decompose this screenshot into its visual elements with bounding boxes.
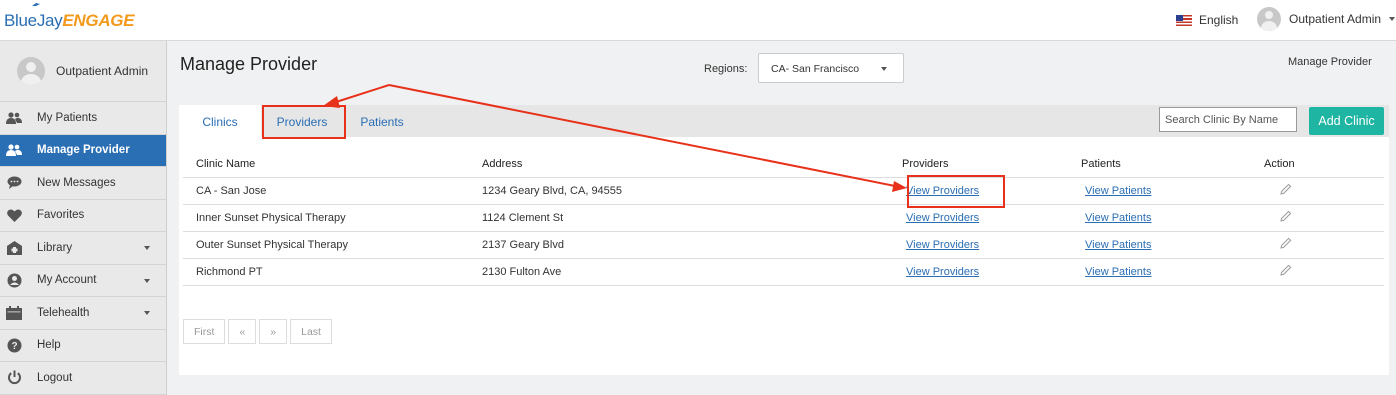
table-row: CA - San Jose 1234 Geary Blvd, CA, 94555… — [183, 177, 1384, 205]
user-name: Outpatient Admin — [1289, 12, 1382, 26]
sidebar-item-label: Library — [37, 241, 73, 254]
pager-prev-button[interactable]: « — [228, 319, 257, 344]
sidebar-item-label: Favorites — [37, 209, 85, 222]
clinic-address: 1234 Geary Blvd, CA, 94555 — [482, 177, 902, 205]
clinic-name: Richmond PT — [183, 258, 482, 286]
edit-pencil-icon[interactable] — [1280, 264, 1292, 276]
column-header-patients: Patients — [1081, 151, 1264, 178]
pager-next-button[interactable]: » — [259, 319, 288, 344]
sidebar-item-help[interactable]: ? Help — [0, 330, 166, 362]
sidebar-item-label: Manage Provider — [37, 144, 130, 157]
language-label: English — [1199, 13, 1239, 27]
column-header-providers: Providers — [902, 151, 1081, 178]
sidebar-item-favorites[interactable]: Favorites — [0, 200, 166, 232]
users-icon — [6, 142, 22, 158]
chevron-down-icon — [144, 278, 150, 283]
table-row: Richmond PT 2130 Fulton Ave View Provide… — [183, 258, 1384, 286]
pager-last-button[interactable]: Last — [290, 319, 332, 344]
view-providers-link[interactable]: View Providers — [906, 212, 979, 224]
bird-icon — [32, 3, 40, 6]
help-icon: ? — [6, 337, 22, 353]
sidebar-item-label: Logout — [37, 371, 73, 384]
clinic-address: 1124 Clement St — [482, 204, 902, 232]
view-patients-link[interactable]: View Patients — [1085, 212, 1151, 224]
page-title: Manage Provider — [180, 54, 318, 74]
edit-pencil-icon[interactable] — [1280, 210, 1292, 222]
logo[interactable]: BlueJayENGAGE — [4, 11, 135, 31]
sidebar-item-my-patients[interactable]: My Patients — [0, 102, 166, 135]
view-patients-link[interactable]: View Patients — [1085, 185, 1151, 197]
svg-text:?: ? — [11, 341, 17, 352]
calendar-icon — [6, 305, 22, 321]
sidebar: Outpatient Admin My Patients Manage Prov… — [0, 41, 167, 395]
sidebar-item-telehealth[interactable]: Telehealth — [0, 297, 166, 330]
tab-clinics[interactable]: Clinics — [179, 105, 261, 137]
column-header-clinic-name: Clinic Name — [183, 151, 482, 178]
top-bar: BlueJayENGAGE English Outpatient Admin — [0, 0, 1396, 41]
region-select[interactable]: CA- San Francisco — [758, 53, 904, 83]
view-patients-link[interactable]: View Patients — [1085, 239, 1151, 251]
chevron-down-icon — [144, 246, 150, 250]
table-header-row: Clinic Name Address Providers Patients A… — [183, 151, 1384, 178]
sidebar-item-label: My Account — [37, 274, 97, 287]
breadcrumb: Manage Provider — [1288, 56, 1372, 68]
highlight-box-providers-tab — [262, 105, 346, 139]
table-row: Outer Sunset Physical Therapy 2137 Geary… — [183, 231, 1384, 259]
power-icon — [6, 370, 22, 386]
view-providers-link[interactable]: View Providers — [906, 266, 979, 278]
regions-label: Regions: — [704, 63, 748, 75]
search-input[interactable]: Search Clinic By Name — [1159, 107, 1297, 132]
clinic-address: 2130 Fulton Ave — [482, 258, 902, 286]
sidebar-item-library[interactable]: Library — [0, 232, 166, 265]
sidebar-item-label: Help — [37, 339, 61, 352]
highlight-box-view-providers — [907, 175, 1005, 208]
view-providers-link[interactable]: View Providers — [906, 239, 979, 251]
clinics-panel: Clinics Providers Patients Search Clinic… — [179, 105, 1389, 375]
users-icon — [6, 110, 22, 126]
add-clinic-button[interactable]: Add Clinic — [1309, 107, 1384, 135]
chevron-down-icon — [144, 311, 150, 315]
view-patients-link[interactable]: View Patients — [1085, 266, 1151, 278]
account-icon — [6, 272, 22, 288]
sidebar-item-label: Telehealth — [37, 306, 90, 319]
arrow-line-to-providers-tab — [335, 84, 390, 103]
sidebar-user-name: Outpatient Admin — [56, 64, 149, 78]
tab-patients[interactable]: Patients — [343, 105, 421, 137]
sidebar-user: Outpatient Admin — [0, 41, 166, 102]
avatar — [1257, 7, 1281, 31]
table-row: Inner Sunset Physical Therapy 1124 Cleme… — [183, 204, 1384, 232]
us-flag-icon — [1176, 14, 1192, 26]
library-icon — [6, 240, 22, 256]
region-value: CA- San Francisco — [771, 63, 860, 75]
sidebar-item-my-account[interactable]: My Account — [0, 265, 166, 297]
sidebar-item-label: My Patients — [37, 111, 98, 124]
clinic-name: Outer Sunset Physical Therapy — [183, 231, 482, 259]
chevron-down-icon — [881, 67, 887, 71]
edit-pencil-icon[interactable] — [1280, 237, 1292, 249]
sidebar-item-new-messages[interactable]: New Messages — [0, 167, 166, 200]
user-menu[interactable]: Outpatient Admin — [1257, 7, 1396, 31]
sidebar-item-manage-provider[interactable]: Manage Provider — [0, 134, 166, 167]
clinic-name: Inner Sunset Physical Therapy — [183, 204, 482, 232]
clinic-name: CA - San Jose — [183, 177, 482, 205]
clinic-address: 2137 Geary Blvd — [482, 231, 902, 259]
chevron-down-icon — [1389, 17, 1396, 21]
heart-icon — [6, 207, 22, 223]
column-header-address: Address — [482, 151, 902, 178]
language-selector[interactable]: English — [1176, 13, 1238, 27]
edit-pencil-icon[interactable] — [1280, 183, 1292, 195]
pager-first-button[interactable]: First — [183, 319, 226, 344]
sidebar-item-logout[interactable]: Logout — [0, 362, 166, 395]
pagination: First « » Last — [183, 319, 332, 344]
avatar — [17, 57, 45, 85]
column-header-action: Action — [1264, 151, 1384, 178]
tab-bar: Clinics Providers Patients Search Clinic… — [179, 105, 1389, 137]
clinics-table: Clinic Name Address Providers Patients A… — [183, 151, 1384, 286]
sidebar-item-label: New Messages — [37, 176, 116, 189]
chat-icon — [6, 175, 22, 191]
